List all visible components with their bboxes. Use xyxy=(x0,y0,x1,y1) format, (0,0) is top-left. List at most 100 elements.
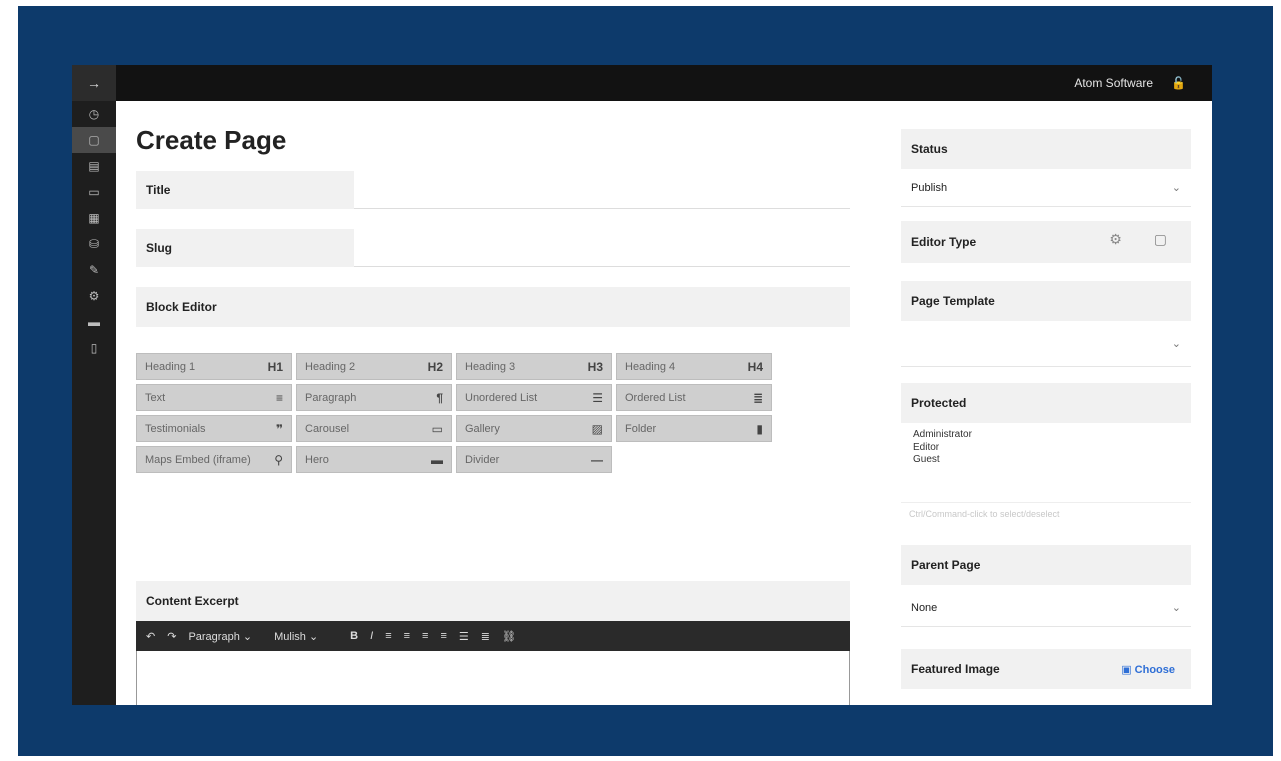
slug-label: Slug xyxy=(136,229,354,267)
align-left-icon[interactable]: ≡ xyxy=(385,630,391,642)
status-select[interactable]: Publish ⌄ xyxy=(901,169,1191,207)
block-label: Folder xyxy=(625,422,657,435)
editor-type-header: Editor Type ⚙ ▢ xyxy=(901,221,1191,263)
app-screen: → ◷ ▢ ▤ ▭ ▦ ⛁ ✎ ⚙ ▬ ▯ Atom Software 🔓 Cr… xyxy=(72,65,1212,705)
block-heading-2[interactable]: Heading 2 H2 xyxy=(296,353,452,380)
inbox-icon[interactable]: ▬ xyxy=(72,309,116,335)
pages-icon[interactable]: ▢ xyxy=(72,127,116,153)
bold-button[interactable]: B xyxy=(350,630,358,642)
protected-multiselect[interactable]: Administrator Editor Guest xyxy=(901,423,1191,503)
arrow-right-icon[interactable]: → xyxy=(72,65,116,101)
block-unordered-list[interactable]: Unordered List ☰ xyxy=(456,384,612,411)
featured-image-label: Featured Image xyxy=(911,662,1000,676)
excerpt-editor[interactable] xyxy=(136,651,850,705)
page-template-header: Page Template xyxy=(901,281,1191,321)
paragraph-format-label: Paragraph xyxy=(188,630,240,643)
block-paragraph[interactable]: Paragraph ¶ xyxy=(296,384,452,411)
unordered-list-icon: ☰ xyxy=(592,390,603,405)
content-excerpt-header: Content Excerpt xyxy=(136,581,850,621)
text-icon: ≡ xyxy=(275,390,283,405)
block-heading-4[interactable]: Heading 4 H4 xyxy=(616,353,772,380)
editor-toolbar: ↶ ↷ Paragraph ⌄ Mulish ⌄ B I ≡ ≡ ≡ ≡ ☰ ≣… xyxy=(136,621,850,651)
protected-option[interactable]: Guest xyxy=(913,454,1179,467)
link-icon[interactable]: ⛓ xyxy=(502,630,516,643)
font-select[interactable]: Mulish ⌄ xyxy=(274,630,318,643)
protected-header: Protected xyxy=(901,383,1191,423)
bullet-list-icon[interactable]: ☰ xyxy=(459,630,469,643)
paragraph-icon: ¶ xyxy=(436,390,443,405)
block-hero[interactable]: Hero ▬ xyxy=(296,446,452,473)
title-input[interactable] xyxy=(354,171,850,209)
block-ordered-list[interactable]: Ordered List ≣ xyxy=(616,384,772,411)
protected-option[interactable]: Administrator xyxy=(913,429,1179,442)
undo-icon[interactable]: ↶ xyxy=(146,630,155,643)
block-label: Carousel xyxy=(305,422,350,435)
block-heading-1[interactable]: Heading 1 H1 xyxy=(136,353,292,380)
parent-page-header: Parent Page xyxy=(901,545,1191,585)
block-label: Maps Embed (iframe) xyxy=(145,453,251,466)
dashboard-icon[interactable]: ◷ xyxy=(72,101,116,127)
block-label: Text xyxy=(145,391,166,404)
block-label: Unordered List xyxy=(465,391,538,404)
block-label: Heading 4 xyxy=(625,360,676,373)
block-label: Heading 3 xyxy=(465,360,516,373)
page-template-select[interactable]: ⌄ xyxy=(901,321,1191,367)
top-bar: Atom Software 🔓 xyxy=(116,65,1212,101)
slug-input[interactable] xyxy=(354,229,850,267)
block-label: Paragraph xyxy=(305,391,357,404)
block-maps-embed[interactable]: Maps Embed (iframe) ⚲ xyxy=(136,446,292,473)
align-center-icon[interactable]: ≡ xyxy=(404,630,410,642)
italic-button[interactable]: I xyxy=(370,630,373,642)
block-folder[interactable]: Folder ▮ xyxy=(616,415,772,442)
database-icon[interactable]: ⛁ xyxy=(72,231,116,257)
block-row: Maps Embed (iframe) ⚲ Hero ▬ Divider — xyxy=(136,446,786,473)
heading-1-icon: H1 xyxy=(267,359,283,374)
block-editor-icon[interactable]: ⚙ xyxy=(1109,231,1122,248)
block-text[interactable]: Text ≡ xyxy=(136,384,292,411)
block-gallery[interactable]: Gallery ▨ xyxy=(456,415,612,442)
brush-icon[interactable]: ✎ xyxy=(72,257,116,283)
monitor-icon: ▭ xyxy=(431,421,443,436)
block-carousel[interactable]: Carousel ▭ xyxy=(296,415,452,442)
font-select-label: Mulish xyxy=(274,630,306,643)
posts-icon[interactable]: ▤ xyxy=(72,153,116,179)
block-row: Testimonials ❞ Carousel ▭ Gallery ▨ Folder ▮ xyxy=(136,415,786,442)
chevron-down-icon: ⌄ xyxy=(308,630,319,643)
slug-row: Slug xyxy=(136,229,850,267)
numbered-list-icon[interactable]: ≣ xyxy=(481,630,490,643)
sidebar-rail: → ◷ ▢ ▤ ▭ ▦ ⛁ ✎ ⚙ ▬ ▯ xyxy=(72,65,116,705)
block-heading-3[interactable]: Heading 3 H3 xyxy=(456,353,612,380)
ordered-list-icon: ≣ xyxy=(752,390,763,405)
chevron-down-icon: ⌄ xyxy=(242,630,253,643)
chevron-down-icon: ⌄ xyxy=(1171,338,1181,350)
featured-image-header: Featured Image ▣ Choose xyxy=(901,649,1191,689)
media-icon[interactable]: ▦ xyxy=(72,205,116,231)
block-divider[interactable]: Divider — xyxy=(456,446,612,473)
align-justify-icon[interactable]: ≡ xyxy=(440,630,446,642)
file-icon[interactable]: ▯ xyxy=(72,335,116,361)
choose-image-label: Choose xyxy=(1134,663,1175,676)
editor-type-label: Editor Type xyxy=(911,235,977,249)
parent-page-value: None xyxy=(911,601,938,614)
block-label: Hero xyxy=(305,453,329,466)
redo-icon[interactable]: ↷ xyxy=(167,630,176,643)
choose-image-button[interactable]: ▣ Choose xyxy=(1121,663,1175,676)
user-name[interactable]: Atom Software xyxy=(1074,76,1153,90)
folder-icon[interactable]: ▭ xyxy=(72,179,116,205)
parent-page-select[interactable]: None ⌄ xyxy=(901,589,1191,627)
heading-3-icon: H3 xyxy=(587,359,603,374)
align-right-icon[interactable]: ≡ xyxy=(422,630,428,642)
editor-type-options: ⚙ ▢ xyxy=(1109,231,1167,248)
folder-icon: ▮ xyxy=(756,421,763,436)
settings-icon[interactable]: ⚙ xyxy=(72,283,116,309)
protected-option[interactable]: Editor xyxy=(913,442,1179,455)
lock-icon[interactable]: 🔓 xyxy=(1171,76,1186,90)
block-label: Testimonials xyxy=(145,422,206,435)
paragraph-format-select[interactable]: Paragraph ⌄ xyxy=(188,630,252,643)
block-testimonials[interactable]: Testimonials ❞ xyxy=(136,415,292,442)
chevron-down-icon: ⌄ xyxy=(1171,602,1181,614)
block-row: Text ≡ Paragraph ¶ Unordered List ☰ Ordered… xyxy=(136,384,786,411)
heading-4-icon: H4 xyxy=(747,359,763,374)
classic-editor-icon[interactable]: ▢ xyxy=(1154,231,1167,248)
block-editor-header: Block Editor xyxy=(136,287,850,327)
